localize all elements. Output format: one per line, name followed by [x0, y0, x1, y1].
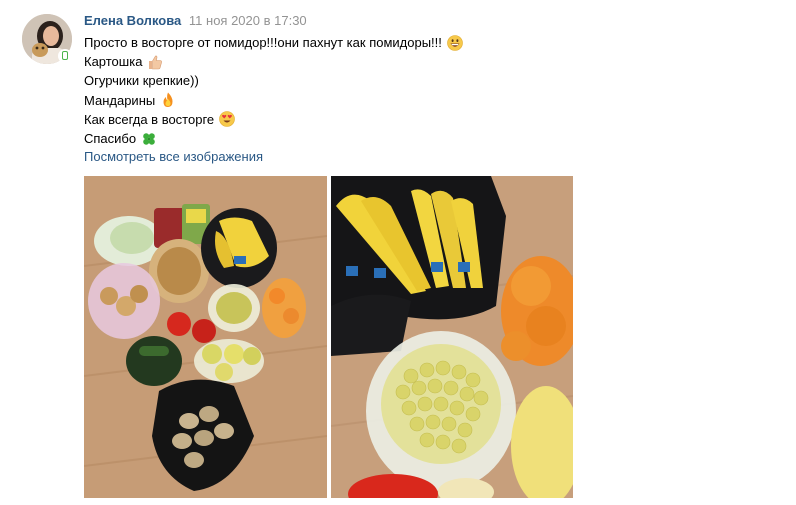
- text-line-content: Картошка: [84, 54, 143, 70]
- text-line: Просто в восторге от помидор!!!они пахну…: [84, 33, 463, 52]
- post-photo-1[interactable]: [84, 176, 327, 498]
- text-line-content: Огурчики крепкие)): [84, 73, 199, 89]
- fire-icon: [160, 92, 176, 108]
- post-text: Просто в восторге от помидор!!!они пахну…: [84, 33, 463, 148]
- heart-eyes-icon: [219, 111, 235, 128]
- show-all-images-link[interactable]: Посмотреть все изображения: [84, 148, 263, 165]
- author-name[interactable]: Елена Волкова: [84, 13, 181, 28]
- text-line: Как всегда в восторге: [84, 110, 463, 129]
- text-line-content: Спасибо: [84, 130, 137, 146]
- grinning-face-icon: [447, 34, 463, 51]
- post-photo-2[interactable]: [331, 176, 573, 498]
- post-date[interactable]: 11 ноя 2020 в 17:30: [189, 13, 307, 28]
- text-line: Спасибо: [84, 129, 463, 148]
- text-line: Огурчики крепкие)): [84, 71, 463, 90]
- text-line-content: Мандарины: [84, 92, 156, 108]
- post-header: Елена Волкова 11 ноя 2020 в 17:30: [84, 13, 307, 29]
- text-line-content: Просто в восторге от помидор!!!они пахну…: [84, 35, 442, 50]
- text-line-content: Как всегда в восторге: [84, 111, 215, 127]
- text-line: Мандарины: [84, 91, 463, 110]
- text-line: Картошка: [84, 52, 463, 71]
- online-mobile-icon: [58, 49, 72, 63]
- thumbs-up-icon: [147, 54, 163, 70]
- four-leaf-clover-icon: [141, 131, 157, 147]
